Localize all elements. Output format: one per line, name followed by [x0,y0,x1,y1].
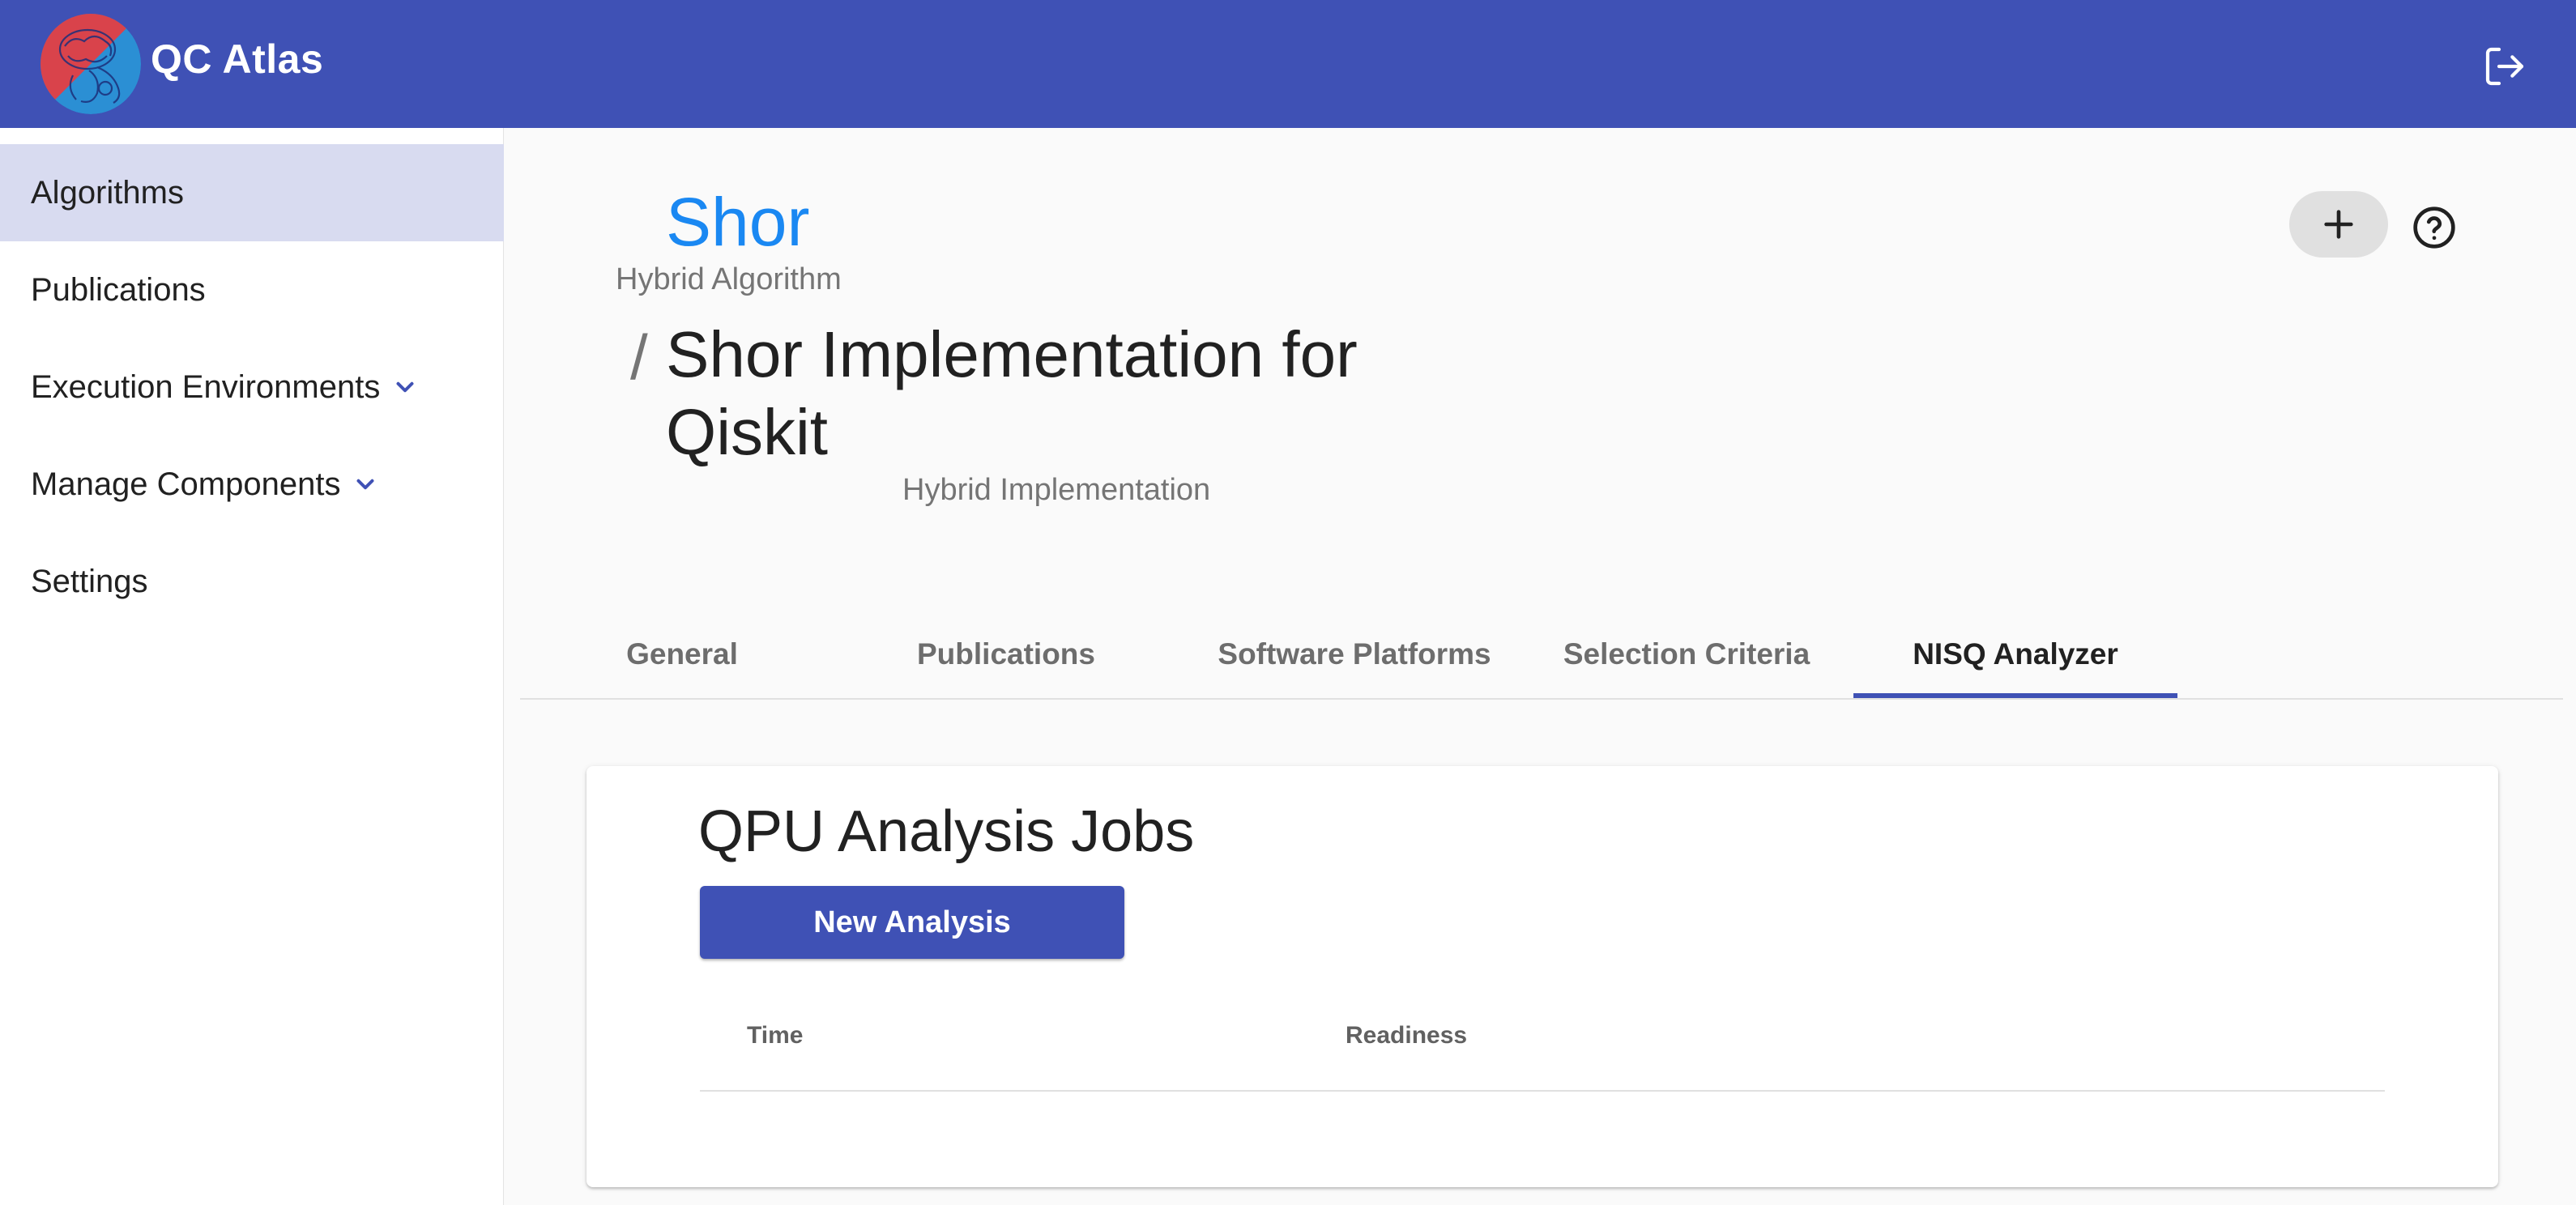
sidebar-item-label: Execution Environments [31,368,381,405]
column-header-readiness[interactable]: Readiness [1346,1022,1467,1050]
algorithm-type-label: Hybrid Algorithm [616,262,842,296]
sidebar-item-label: Publications [31,271,206,308]
sidebar-item-execution-environments[interactable]: Execution Environments [0,339,504,436]
add-button[interactable] [2289,191,2388,258]
column-header-time[interactable]: Time [747,1022,803,1050]
qc-atlas-logo-icon[interactable] [41,14,141,114]
tab-selection-criteria[interactable]: Selection Criteria [1525,609,1849,700]
logout-icon[interactable] [2479,40,2531,92]
help-circle-icon[interactable] [2411,204,2458,251]
algorithm-name-link[interactable]: Shor [666,183,809,262]
sidebar-item-settings[interactable]: Settings [0,533,504,630]
sidebar-item-publications[interactable]: Publications [0,241,504,339]
tab-software-platforms[interactable]: Software Platforms [1184,609,1525,700]
active-tab-indicator [1853,693,2177,698]
plus-icon [2324,210,2353,239]
implementation-name: Shor Implementation for Qiskit [666,318,1358,468]
breadcrumb-separator: / [630,321,648,393]
table-header-divider [700,1090,2385,1092]
sidebar-item-label: Settings [31,563,148,599]
chevron-down-icon [396,381,414,393]
sidebar-nav: Algorithms Publications Execution Enviro… [0,128,504,1205]
top-app-bar: QC Atlas [0,0,2576,128]
detail-tabs: General Publications Software Platforms … [520,609,2563,700]
sidebar-item-label: Manage Components [31,466,341,502]
sidebar-item-algorithms[interactable]: Algorithms [0,144,504,241]
new-analysis-button[interactable]: New Analysis [700,886,1124,959]
implementation-type-label: Hybrid Implementation [902,473,1211,507]
app-title[interactable]: QC Atlas [151,36,323,83]
sidebar-item-manage-components[interactable]: Manage Components [0,436,504,533]
tab-publications[interactable]: Publications [844,609,1168,700]
chevron-down-icon [356,479,374,490]
tab-nisq-analyzer[interactable]: NISQ Analyzer [1853,609,2177,700]
tab-general[interactable]: General [520,609,844,700]
card-title: QPU Analysis Jobs [698,799,1195,864]
sidebar-item-label: Algorithms [31,174,184,211]
